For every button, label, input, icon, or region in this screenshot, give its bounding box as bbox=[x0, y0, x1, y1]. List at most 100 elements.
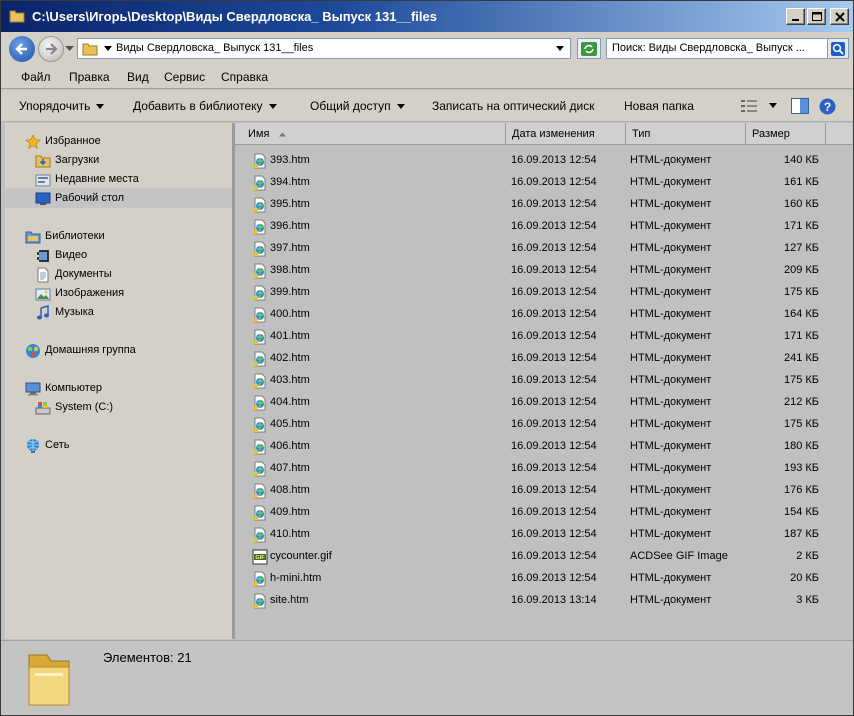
column-size[interactable]: Размер bbox=[746, 123, 826, 145]
file-date: 16.09.2013 12:54 bbox=[511, 264, 597, 276]
file-size: 3 КБ bbox=[796, 594, 819, 606]
file-row[interactable]: 408.htm 16.09.2013 12:54 HTML-документ 176 … bbox=[235, 480, 852, 502]
file-type: HTML-документ bbox=[630, 440, 712, 452]
minimize-icon bbox=[791, 18, 799, 21]
file-row[interactable]: 405.htm 16.09.2013 12:54 HTML-документ 175 … bbox=[235, 414, 852, 436]
arrow-right-icon bbox=[46, 43, 58, 55]
recent-pages-dropdown[interactable] bbox=[65, 46, 74, 52]
file-row[interactable]: 400.htm 16.09.2013 12:54 HTML-документ 164 … bbox=[235, 304, 852, 326]
file-row[interactable]: 396.htm 16.09.2013 12:54 HTML-документ 171 … bbox=[235, 216, 852, 238]
file-row[interactable]: 402.htm 16.09.2013 12:54 HTML-документ 241 … bbox=[235, 348, 852, 370]
back-button[interactable] bbox=[9, 36, 35, 62]
html-file-icon bbox=[253, 307, 266, 323]
organize-button[interactable]: Упорядочить bbox=[19, 99, 105, 113]
file-list: Имя Дата изменения Тип Размер 393.htm 16.… bbox=[235, 123, 852, 639]
html-file-icon bbox=[253, 175, 266, 191]
add-to-library-button[interactable]: Добавить в библиотеку bbox=[133, 99, 277, 113]
file-name: 407.htm bbox=[270, 462, 310, 474]
libraries-icon bbox=[25, 231, 41, 244]
search-box[interactable]: Поиск: Виды Свердловска_ Выпуск ... bbox=[606, 38, 828, 59]
images-icon bbox=[35, 288, 51, 301]
menu-help[interactable]: Справка bbox=[221, 70, 268, 84]
file-name: 406.htm bbox=[270, 440, 310, 452]
help-icon[interactable]: ? bbox=[819, 98, 836, 115]
close-button[interactable] bbox=[830, 8, 849, 25]
file-row[interactable]: site.htm 16.09.2013 13:14 HTML-документ 3 К… bbox=[235, 590, 852, 612]
share-label: Общий доступ bbox=[310, 99, 391, 113]
maximize-button[interactable] bbox=[807, 8, 826, 25]
refresh-button[interactable] bbox=[577, 38, 601, 59]
menu-view[interactable]: Вид bbox=[127, 70, 149, 84]
file-name: site.htm bbox=[270, 594, 309, 606]
file-type: HTML-документ bbox=[630, 594, 712, 606]
address-history-dropdown-icon[interactable] bbox=[556, 46, 564, 52]
file-row[interactable]: 393.htm 16.09.2013 12:54 HTML-документ 140 … bbox=[235, 150, 852, 172]
menu-tools[interactable]: Сервис bbox=[164, 70, 205, 84]
file-type: HTML-документ bbox=[630, 572, 712, 584]
file-size: 161 КБ bbox=[783, 176, 819, 188]
file-row[interactable]: 406.htm 16.09.2013 12:54 HTML-документ 180 … bbox=[235, 436, 852, 458]
file-date: 16.09.2013 12:54 bbox=[511, 352, 597, 364]
file-row[interactable]: 403.htm 16.09.2013 12:54 HTML-документ 175 … bbox=[235, 370, 852, 392]
file-type: HTML-документ bbox=[630, 176, 712, 188]
close-icon bbox=[834, 11, 845, 22]
address-bar[interactable]: Виды Свердловска_ Выпуск 131__files bbox=[77, 38, 571, 59]
minimize-button[interactable] bbox=[786, 8, 805, 25]
file-row[interactable]: h-mini.htm 16.09.2013 12:54 HTML-документ 2… bbox=[235, 568, 852, 590]
file-size: 127 КБ bbox=[783, 242, 819, 254]
title-bar[interactable]: C:\Users\Игорь\Desktop\Виды Свердловска_… bbox=[1, 1, 853, 32]
file-type: HTML-документ bbox=[630, 396, 712, 408]
file-type: ACDSee GIF Image bbox=[630, 550, 728, 562]
forward-button[interactable] bbox=[38, 36, 64, 62]
file-row[interactable]: 401.htm 16.09.2013 12:54 HTML-документ 171 … bbox=[235, 326, 852, 348]
file-row[interactable]: GIF cycounter.gif 16.09.2013 12:54 ACDSee G… bbox=[235, 546, 852, 568]
file-row[interactable]: 404.htm 16.09.2013 12:54 HTML-документ 212 … bbox=[235, 392, 852, 414]
preview-pane-icon[interactable] bbox=[791, 98, 809, 114]
menu-edit[interactable]: Правка bbox=[69, 70, 110, 84]
new-folder-button[interactable]: Новая папка bbox=[624, 99, 694, 113]
file-name: 402.htm bbox=[270, 352, 310, 364]
nav-computer-label: Компьютер bbox=[45, 382, 102, 394]
file-row[interactable]: 394.htm 16.09.2013 12:54 HTML-документ 161 … bbox=[235, 172, 852, 194]
nav-desktop-label: Рабочий стол bbox=[55, 192, 125, 204]
file-type: HTML-документ bbox=[630, 418, 712, 430]
file-date: 16.09.2013 12:54 bbox=[511, 396, 597, 408]
column-type[interactable]: Тип bbox=[626, 123, 746, 145]
file-name: 404.htm bbox=[270, 396, 310, 408]
html-file-icon bbox=[253, 417, 266, 433]
file-row[interactable]: 410.htm 16.09.2013 12:54 HTML-документ 187 … bbox=[235, 524, 852, 546]
share-button[interactable]: Общий доступ bbox=[310, 99, 405, 113]
file-date: 16.09.2013 12:54 bbox=[511, 176, 597, 188]
organize-label: Упорядочить bbox=[19, 99, 91, 113]
nav-recent-places-label: Недавние места bbox=[55, 173, 139, 185]
file-row[interactable]: 399.htm 16.09.2013 12:54 HTML-документ 175 … bbox=[235, 282, 852, 304]
search-input[interactable]: Поиск: Виды Свердловска_ Выпуск ... bbox=[612, 42, 818, 54]
navigation-pane: Избранное Загрузки Недавние места Рабочи… bbox=[5, 123, 232, 639]
column-date[interactable]: Дата изменения bbox=[506, 123, 626, 145]
item-count: Элементов: 21 bbox=[103, 650, 192, 665]
file-row[interactable]: 409.htm 16.09.2013 12:54 HTML-документ 154 … bbox=[235, 502, 852, 524]
nav-homegroup-label: Домашняя группа bbox=[45, 344, 136, 356]
file-type: HTML-документ bbox=[630, 484, 712, 496]
address-row: Виды Свердловска_ Выпуск 131__files Поис… bbox=[1, 32, 853, 64]
file-row[interactable]: 398.htm 16.09.2013 12:54 HTML-документ 209 … bbox=[235, 260, 852, 282]
chevron-down-icon bbox=[268, 104, 277, 110]
file-row[interactable]: 397.htm 16.09.2013 12:54 HTML-документ 127 … bbox=[235, 238, 852, 260]
nav-downloads-label: Загрузки bbox=[55, 154, 100, 166]
burn-disc-button[interactable]: Записать на оптический диск bbox=[432, 99, 595, 113]
file-name: 395.htm bbox=[270, 198, 310, 210]
file-row[interactable]: 407.htm 16.09.2013 12:54 HTML-документ 193 … bbox=[235, 458, 852, 480]
menu-file[interactable]: Файл bbox=[21, 70, 51, 84]
column-name[interactable]: Имя bbox=[235, 123, 506, 145]
window-title: C:\Users\Игорь\Desktop\Виды Свердловска_… bbox=[32, 9, 437, 24]
file-row[interactable]: 395.htm 16.09.2013 12:54 HTML-документ 160 … bbox=[235, 194, 852, 216]
file-name: 405.htm bbox=[270, 418, 310, 430]
view-options-icon[interactable] bbox=[741, 99, 759, 113]
view-dropdown-icon[interactable] bbox=[769, 103, 777, 109]
search-icon bbox=[831, 41, 845, 56]
search-button[interactable] bbox=[827, 38, 849, 59]
computer-icon bbox=[25, 382, 41, 396]
file-date: 16.09.2013 12:54 bbox=[511, 484, 597, 496]
breadcrumb-dropdown-icon[interactable] bbox=[104, 46, 112, 52]
file-size: 160 КБ bbox=[783, 198, 819, 210]
